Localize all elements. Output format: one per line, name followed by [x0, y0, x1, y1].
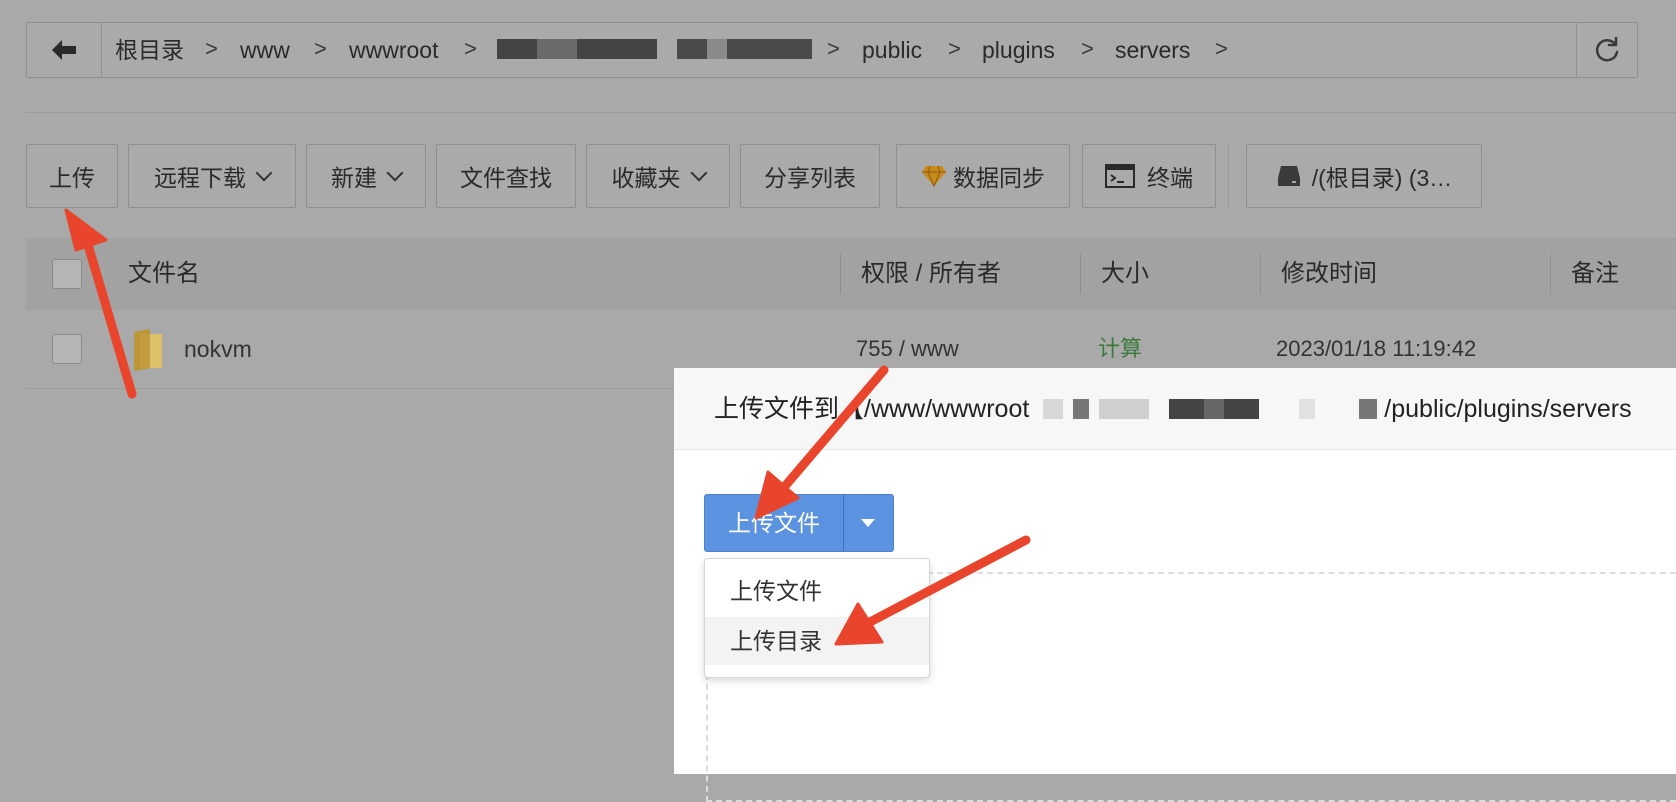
diamond-icon [922, 165, 946, 187]
menu-item-upload-directory[interactable]: 上传目录 [705, 617, 929, 665]
caret-down-icon [861, 519, 875, 527]
modal-title-suffix: /public/plugins/servers [1384, 395, 1632, 423]
breadcrumb-separator: > [464, 36, 477, 61]
chevron-down-icon [690, 164, 707, 182]
data-sync-label: 数据同步 [953, 165, 1045, 191]
breadcrumb-separator: > [827, 36, 840, 61]
column-header-note: 备注 [1571, 260, 1619, 287]
terminal-button[interactable]: 终端 [1082, 144, 1216, 208]
column-divider [840, 254, 841, 294]
upload-dropdown-menu: 上传文件 上传目录 [704, 558, 930, 678]
disk-icon [1277, 166, 1300, 186]
terminal-label: 终端 [1147, 165, 1193, 191]
breadcrumb-separator: > [948, 36, 961, 61]
breadcrumb-separator: > [314, 36, 327, 61]
column-header-name[interactable]: 文件名 [128, 238, 200, 310]
folder-icon [134, 329, 162, 371]
file-search-button[interactable]: 文件查找 [436, 144, 576, 208]
column-divider [1260, 254, 1261, 294]
column-header-perm[interactable]: 权限 / 所有者 [861, 238, 1001, 310]
breadcrumb-www[interactable]: www [240, 23, 290, 77]
breadcrumb-public[interactable]: public [862, 23, 922, 77]
share-list-button[interactable]: 分享列表 [740, 144, 880, 208]
upload-dropdown-toggle[interactable] [843, 495, 893, 551]
breadcrumb-root[interactable]: 根目录 [115, 23, 184, 77]
column-divider [1550, 254, 1551, 294]
menu-item-upload-file[interactable]: 上传文件 [705, 567, 929, 615]
new-button-label: 新建 [331, 165, 377, 191]
new-button[interactable]: 新建 [306, 144, 426, 208]
table-header: 文件名 权限 / 所有者 大小 修改时间 备注 [26, 238, 1676, 310]
refresh-icon [1595, 36, 1619, 62]
breadcrumb-wwwroot[interactable]: wwwroot [349, 23, 438, 77]
select-all-checkbox[interactable] [52, 259, 82, 289]
back-button[interactable] [27, 23, 102, 77]
disk-button[interactable]: /(根目录) (3… [1246, 144, 1482, 208]
arrow-left-icon [52, 40, 76, 60]
data-sync-button[interactable]: 数据同步 [896, 144, 1070, 208]
column-header-mtime[interactable]: 修改时间 [1281, 238, 1377, 310]
disk-label: /(根目录) (3… [1311, 165, 1453, 191]
breadcrumb-separator: > [205, 36, 218, 61]
refresh-button[interactable] [1576, 23, 1637, 77]
file-name[interactable]: nokvm [184, 310, 252, 388]
breadcrumb-separator: > [1081, 36, 1094, 61]
row-checkbox[interactable] [52, 334, 82, 364]
upload-button[interactable]: 上传 [26, 144, 118, 208]
breadcrumb-servers[interactable]: servers [1115, 23, 1190, 77]
modal-title: 上传文件到【/www/wwwroot/public/plugins/server… [714, 368, 1632, 450]
favorites-button[interactable]: 收藏夹 [586, 144, 730, 208]
upload-file-button[interactable]: 上传文件 [705, 495, 844, 551]
terminal-icon [1105, 164, 1135, 188]
modal-title-prefix: 上传文件到【/www/wwwroot [714, 395, 1030, 423]
share-list-label: 分享列表 [764, 165, 856, 191]
modal-header: 上传文件到【/www/wwwroot/public/plugins/server… [674, 368, 1676, 450]
redacted-path [1029, 399, 1384, 421]
chevron-down-icon [386, 164, 404, 182]
file-search-label: 文件查找 [460, 165, 552, 191]
redacted-breadcrumb[interactable] [497, 39, 827, 61]
column-header-size[interactable]: 大小 [1101, 238, 1149, 310]
upload-modal: 上传文件到【/www/wwwroot/public/plugins/server… [674, 368, 1676, 802]
toolbar-divider [1228, 144, 1229, 208]
upload-split-button[interactable]: 上传文件 [704, 494, 894, 552]
divider [26, 112, 1676, 113]
breadcrumb-plugins[interactable]: plugins [982, 23, 1055, 77]
remote-download-label: 远程下载 [154, 165, 246, 191]
upload-button-label: 上传 [49, 165, 95, 191]
remote-download-button[interactable]: 远程下载 [128, 144, 296, 208]
breadcrumb-separator: > [1215, 36, 1228, 61]
address-bar: 根目录 > www > wwwroot > > public > plugins… [26, 22, 1638, 78]
chevron-down-icon [255, 164, 273, 182]
favorites-label: 收藏夹 [611, 165, 681, 191]
column-divider [1080, 254, 1081, 294]
